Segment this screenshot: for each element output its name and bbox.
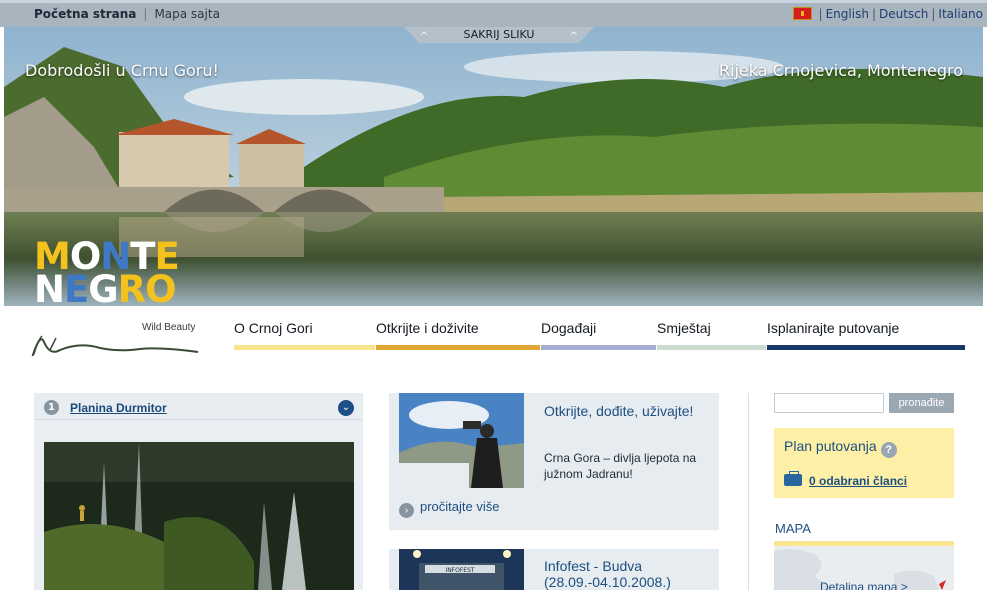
nav-underline [767,345,965,350]
nav-o-crnoj-gori[interactable]: O Crnoj Gori [234,320,375,350]
feature-title-link[interactable]: Planina Durmitor [70,401,167,415]
search-button[interactable]: pronađite [889,393,954,413]
durmitor-waterfall-image[interactable] [44,442,354,590]
caret-up-icon: ^ [569,31,578,42]
logo-line-2: NEGRO [34,268,199,306]
map-title: MAPA [775,521,811,536]
nav-underline [657,345,766,350]
map-preview[interactable]: Detaljna mapa > [774,546,954,590]
hide-image-label: SAKRIJ SLIKU [463,28,535,41]
travel-plan-label: Plan putovanja [784,438,877,454]
content-area: 1 Planina Durmitor ⌄ Otkrijte, dođite, u… [0,356,987,590]
photographer-photo [399,393,524,488]
montenegro-logo[interactable]: MONTE NEGRO [34,238,199,306]
suitcase-icon [784,471,802,486]
travel-plan-title: Plan putovanja? [784,438,897,458]
nav-label: O Crnoj Gori [234,320,313,336]
feature-number-badge: 1 [44,400,59,415]
nav-underline [234,345,375,350]
selected-articles-link[interactable]: 0 odabrani članci [784,471,908,488]
lang-english[interactable]: English [826,7,869,21]
nav-underline [376,345,540,350]
nav-dogadjaji[interactable]: Događaji [541,320,656,350]
feature-panel: 1 Planina Durmitor ⌄ [34,393,363,590]
logo-letter: R [117,268,146,306]
top-links: Početna strana | Mapa sajta [34,7,220,21]
article-heading[interactable]: Otkrijte, dođite, uživajte! [544,403,704,419]
infofest-photo: INFOFEST [399,549,524,590]
nav-underline [541,345,656,350]
sitemap-link[interactable]: Mapa sajta [154,7,220,21]
logo-letter: N [34,268,65,306]
logo-letter: G [88,268,118,306]
event-image[interactable]: INFOFEST [399,549,524,590]
separator: | [143,7,148,21]
home-link[interactable]: Početna strana [34,7,136,21]
language-switcher: | English | Deutsch | Italiano [792,7,983,21]
arrow-right-icon: › [399,503,414,518]
nav-label: Smještaj [657,320,711,336]
help-icon[interactable]: ? [880,442,897,458]
nav-smjestaj[interactable]: Smještaj [657,320,766,350]
nav-label: Otkrijte i doživite [376,320,479,336]
event-heading[interactable]: Infofest - Budva (28.09.-04.10.2008.) [544,558,704,590]
read-more-label: pročitajte više [420,499,500,514]
waterfall-photo [44,442,354,590]
infofest-sign-text: INFOFEST [445,567,474,574]
nav-label: Događaji [541,320,597,336]
location-caption: Rijeka Crnojevica, Montenegro [718,61,963,80]
search-input[interactable] [774,393,884,413]
lang-deutsch[interactable]: Deutsch [879,7,928,21]
logo-letter: O [145,268,176,306]
top-bar: Početna strana | Mapa sajta | English | Deuts… [0,0,987,27]
separator: | [871,7,876,21]
welcome-text: Dobrodošli u Crnu Goru! [25,61,219,80]
separator: | [931,7,936,21]
detailed-map-link[interactable]: Detaljna mapa > [820,580,908,590]
event-card: INFOFEST Infofest - Budva (28.09.-04.10.… [389,549,719,590]
main-navigation: Wild Beauty O Crnoj Gori Otkrijte i doži… [0,306,987,359]
travel-plan-box: Plan putovanja? 0 odabrani članci [774,428,954,498]
separator: | [818,7,823,21]
nav-otkrijte-i-dozivite[interactable]: Otkrijte i doživite [376,320,540,350]
montenegro-flag-icon[interactable] [792,7,812,20]
hero-banner: ^ SAKRIJ SLIKU ^ Dobrodošli u Crnu Goru!… [4,27,983,306]
nav-label: Isplanirajte putovanje [767,320,900,336]
selected-articles-label: 0 odabrani članci [809,474,908,488]
column-divider [748,393,749,590]
read-more-link[interactable]: › pročitajte više [399,499,499,518]
chevron-down-icon[interactable]: ⌄ [338,400,354,416]
article-card: Otkrijte, dođite, uživajte! Crna Gora – … [389,393,719,530]
article-text: Crna Gora – divlja ljepota na južnom Jad… [544,451,697,481]
logo-letter: E [63,268,89,306]
feature-header[interactable]: 1 Planina Durmitor ⌄ [34,393,363,420]
nav-isplanirajte-putovanje[interactable]: Isplanirajte putovanje [767,320,965,350]
lang-italiano[interactable]: Italiano [938,7,983,21]
hide-image-tab[interactable]: ^ SAKRIJ SLIKU ^ [404,27,594,43]
article-image[interactable] [399,393,524,488]
caret-up-icon: ^ [420,31,429,42]
